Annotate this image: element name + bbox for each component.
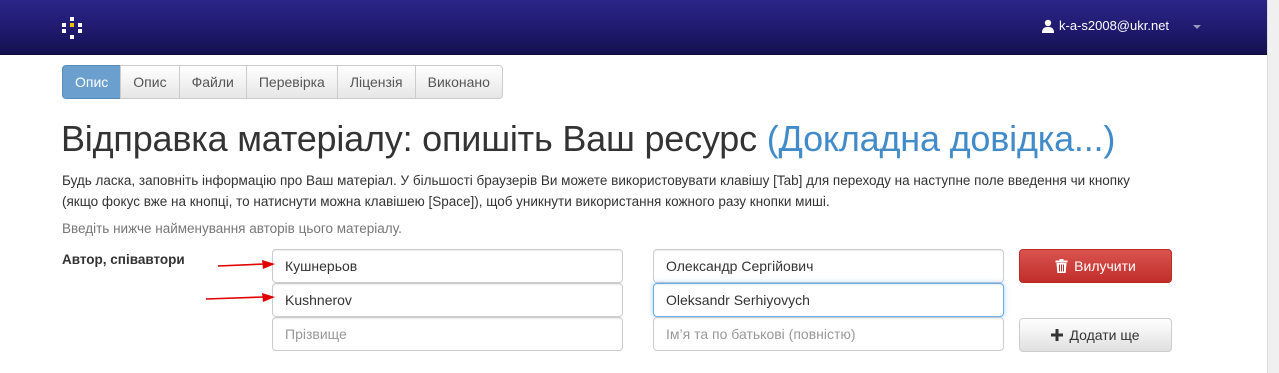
intro-text: Будь ласка, заповніть інформацію про Ваш…	[62, 170, 1242, 212]
help-link[interactable]: (Докладна довідка...)	[767, 118, 1116, 159]
plus-icon	[1051, 329, 1064, 341]
step-files[interactable]: Файли	[178, 65, 247, 99]
author-1-first-name[interactable]: Олександр Сергійович	[653, 249, 1004, 283]
step-review[interactable]: Перевірка	[245, 65, 338, 99]
logo-icon[interactable]	[62, 17, 86, 39]
author-1-last-name[interactable]: Кушнерьов	[272, 249, 623, 283]
trash-icon	[1055, 259, 1068, 273]
user-email: k-a-s2008@ukr.net	[1059, 18, 1170, 33]
user-icon	[1042, 19, 1054, 33]
remove-author-label: Вилучити	[1074, 258, 1136, 274]
add-author-button[interactable]: Додати ще	[1019, 318, 1172, 352]
chevron-down-icon[interactable]	[1193, 25, 1201, 29]
intro-line-1: Будь ласка, заповніть інформацію про Ваш…	[62, 173, 1130, 188]
submission-steps: Опис Опис Файли Перевірка Ліцензія Викон…	[62, 65, 503, 99]
scrollbar[interactable]	[1267, 0, 1279, 373]
step-complete[interactable]: Виконано	[414, 65, 503, 99]
intro-line-2: (якщо фокус вже на кнопці, то натиснути …	[62, 194, 830, 209]
remove-author-button[interactable]: Вилучити	[1019, 249, 1172, 283]
user-menu[interactable]: k-a-s2008@ukr.net	[1041, 18, 1169, 33]
author-2-last-name[interactable]: Kushnerov	[272, 283, 623, 317]
add-author-label: Додати ще	[1069, 327, 1140, 343]
new-author-first-name-input[interactable]: Ім’я та по батькові (повністю)	[653, 317, 1004, 351]
step-describe-2[interactable]: Опис	[120, 65, 180, 99]
annotation-arrow-icon	[206, 293, 275, 302]
new-author-last-name-input[interactable]: Прізвище	[272, 317, 623, 351]
page-title: Відправка матеріалу: опишіть Ваш ресурс …	[61, 118, 1115, 160]
top-navbar: k-a-s2008@ukr.net	[0, 0, 1267, 55]
authors-label: Автор, співавтори	[62, 252, 185, 267]
step-license[interactable]: Ліцензія	[336, 65, 416, 99]
page-title-text: Відправка матеріалу: опишіть Ваш ресурс	[61, 118, 757, 159]
author-2-first-name[interactable]: Oleksandr Serhiyovych	[653, 283, 1004, 317]
annotation-arrow-icon	[218, 260, 275, 269]
step-describe-1[interactable]: Опис	[62, 65, 122, 99]
authors-hint: Введіть нижче найменування авторів цього…	[62, 221, 402, 236]
